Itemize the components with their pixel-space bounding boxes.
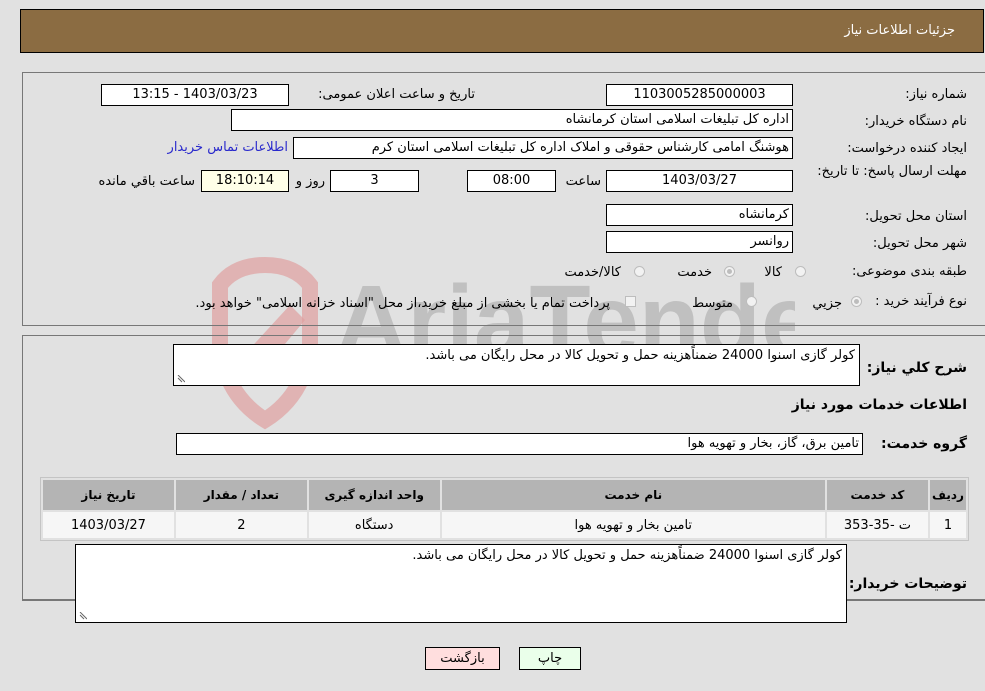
category-option-goods-service: کالا/خدمت <box>564 265 621 280</box>
purchase-option-minor: جزيي <box>812 296 842 311</box>
purchase-option-medium: متوسط <box>692 296 733 311</box>
col-header-quantity: تعداد / مقدار <box>175 480 307 510</box>
purchase-type-label: نوع فرآیند خرید : <box>875 294 967 309</box>
days-label: روز و <box>295 174 325 189</box>
page-title: جزئیات اطلاعات نیاز <box>844 23 955 38</box>
cell-row-number: 1 <box>929 512 966 538</box>
cell-unit: دستگاه <box>308 512 440 538</box>
page-header: جزئیات اطلاعات نیاز <box>20 9 984 53</box>
category-radio-goods-service[interactable] <box>634 266 645 277</box>
cell-service-code: ت -35-353 <box>826 512 928 538</box>
days-remaining-field: 3 <box>330 170 419 192</box>
time-remaining-label: ساعت باقي مانده <box>98 174 195 189</box>
announce-datetime-label: تاریخ و ساعت اعلان عمومی: <box>318 87 475 102</box>
category-radio-service[interactable] <box>724 266 735 277</box>
category-radio-goods[interactable] <box>795 266 806 277</box>
col-header-service-code: کد خدمت <box>826 480 928 510</box>
requester-field: هوشنگ امامی کارشناس حقوقی و املاک اداره … <box>293 137 793 159</box>
category-label: طبقه بندی موضوعی: <box>851 264 967 279</box>
deadline-time-field: 08:00 <box>467 170 556 192</box>
buyer-notes-label: توضیحات خریدار: <box>848 576 967 592</box>
col-header-unit: واحد اندازه گیری <box>308 480 440 510</box>
table-header-row: ردیف کد خدمت نام خدمت واحد اندازه گیری ت… <box>43 480 966 510</box>
col-header-row-number: ردیف <box>929 480 966 510</box>
deadline-time-label: ساعت <box>565 174 601 189</box>
cell-quantity: 2 <box>175 512 307 538</box>
buyer-org-label: نام دستگاه خریدار: <box>864 114 967 129</box>
need-number-field: 1103005285000003 <box>606 84 793 106</box>
buyer-notes-text: کولر گازی اسنوا 24000 ضمناًهزینه حمل و ت… <box>412 548 842 563</box>
announce-datetime-field: 1403/03/23 - 13:15 <box>101 84 289 106</box>
col-header-need-date: تاریخ نیاز <box>43 480 174 510</box>
summary-textarea[interactable]: کولر گازی اسنوا 24000 ضمناًهزینه حمل و ت… <box>173 344 860 386</box>
treasury-checkbox[interactable] <box>625 296 636 307</box>
cell-need-date: 1403/03/27 <box>43 512 174 538</box>
print-button[interactable]: چاپ <box>519 647 581 670</box>
time-remaining-field: 18:10:14 <box>201 170 289 192</box>
back-button[interactable]: بازگشت <box>425 647 500 670</box>
resize-grip-icon[interactable] <box>177 375 185 383</box>
treasury-note: پرداخت تمام یا بخشی از مبلغ خرید،از محل … <box>195 296 610 311</box>
table-row: 1 ت -35-353 تامین بخار و تهویه هوا دستگا… <box>43 512 966 538</box>
requester-label: ایجاد کننده درخواست: <box>847 141 967 156</box>
deadline-label: مهلت ارسال پاسخ: تا تاریخ: <box>817 164 967 179</box>
summary-text: کولر گازی اسنوا 24000 ضمناًهزینه حمل و ت… <box>425 348 855 363</box>
cell-service-name: تامین بخار و تهویه هوا <box>441 512 825 538</box>
purchase-radio-minor[interactable] <box>851 296 862 307</box>
deadline-date-field: 1403/03/27 <box>606 170 793 192</box>
service-group-field: تامین برق، گاز، بخار و تهویه هوا <box>176 433 863 455</box>
summary-label: شرح کلي نياز: <box>866 360 967 376</box>
city-field: روانسر <box>606 231 793 253</box>
services-table-wrap: ردیف کد خدمت نام خدمت واحد اندازه گیری ت… <box>40 477 969 541</box>
city-label: شهر محل تحویل: <box>872 236 967 251</box>
buyer-notes-textarea[interactable]: کولر گازی اسنوا 24000 ضمناًهزینه حمل و ت… <box>75 544 847 623</box>
province-label: استان محل تحویل: <box>865 209 967 224</box>
buyer-org-field: اداره کل تبلیغات اسلامی استان کرمانشاه <box>231 109 793 131</box>
category-option-service: خدمت <box>677 265 712 280</box>
col-header-service-name: نام خدمت <box>441 480 825 510</box>
province-field: کرمانشاه <box>606 204 793 226</box>
services-title: اطلاعات خدمات مورد نیاز <box>791 397 967 413</box>
buyer-contact-link[interactable]: اطلاعات تماس خریدار <box>168 140 288 155</box>
resize-grip-icon[interactable] <box>79 612 87 620</box>
purchase-radio-medium[interactable] <box>746 296 757 307</box>
services-table: ردیف کد خدمت نام خدمت واحد اندازه گیری ت… <box>40 477 969 541</box>
need-number-label: شماره نیاز: <box>905 87 967 102</box>
service-group-label: گروه خدمت: <box>881 436 967 452</box>
category-option-goods: کالا <box>764 265 782 280</box>
